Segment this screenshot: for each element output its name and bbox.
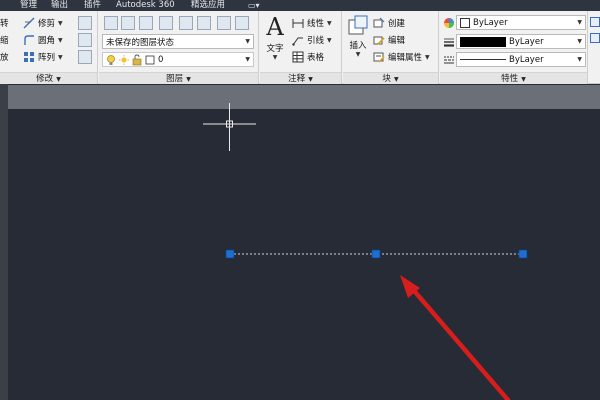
sun-icon xyxy=(119,54,129,66)
menu-bar: 管理 输出 插件 Autodesk 360 精选应用 ▭▾ xyxy=(0,0,600,11)
trim-button[interactable]: 修剪 ▼ xyxy=(23,15,63,31)
insert-button[interactable]: 插入 ▼ xyxy=(345,15,371,63)
left-edge-strip xyxy=(0,84,8,400)
dimension-linear-button[interactable]: 线性 ▼ xyxy=(292,15,332,31)
unlock-icon xyxy=(132,54,142,66)
edit-attributes-icon xyxy=(373,51,385,63)
tab-featured-apps[interactable]: 精选应用 xyxy=(191,0,225,11)
text-button[interactable]: A 文字 ▼ xyxy=(262,14,288,66)
tab-autodesk-360[interactable]: Autodesk 360 xyxy=(116,0,175,11)
modify-left-label: 缩 xyxy=(0,36,9,46)
lightbulb-icon xyxy=(106,54,116,66)
lineweight-swatch xyxy=(460,36,506,47)
chevron-down-icon: ▼ xyxy=(577,56,582,63)
layer-properties-icon[interactable] xyxy=(104,16,118,30)
chevron-down-icon: ▼ xyxy=(577,19,582,26)
group-icon[interactable] xyxy=(590,33,600,43)
table-icon xyxy=(292,51,304,63)
layer-lock-icon[interactable] xyxy=(217,16,231,30)
edit-attributes-button[interactable]: 编辑属性 ▼ xyxy=(373,49,430,65)
layer-match-icon[interactable] xyxy=(121,16,135,30)
panel-block: 插入 ▼ 创建 编辑 编辑属性 ▼ 块 ▼ xyxy=(343,11,439,84)
leader-icon xyxy=(292,34,304,46)
array-button[interactable]: 阵列 ▼ xyxy=(23,49,63,65)
tab-output[interactable]: 输出 xyxy=(51,0,68,11)
layer-off-icon[interactable] xyxy=(197,16,211,30)
annotation-panel-title[interactable]: 注释 ▼ xyxy=(260,72,341,84)
panel-modify: 转 缩 放 修剪 ▼ 圆角 ▼ 阵列 ▼ 修改 ▼ xyxy=(0,11,98,84)
current-layer-dropdown[interactable]: 0 ▼ xyxy=(102,52,254,67)
lineweight-dropdown[interactable]: ByLayer ▼ xyxy=(456,34,586,49)
group-icon[interactable] xyxy=(590,17,600,27)
linetype-dropdown[interactable]: ByLayer ▼ xyxy=(456,52,586,67)
ribbon: 转 缩 放 修剪 ▼ 圆角 ▼ 阵列 ▼ 修改 ▼ 未保存的图层状态 ▼ 0 ▼… xyxy=(0,11,600,84)
tab-manage[interactable]: 管理 xyxy=(20,0,37,11)
panel-layers: 未保存的图层状态 ▼ 0 ▼ 图层 ▼ xyxy=(99,11,259,84)
properties-panel-title[interactable]: 特性 ▼ xyxy=(440,72,587,84)
brush-icon[interactable] xyxy=(78,16,92,30)
create-block-icon xyxy=(373,17,385,29)
layer-previous-icon[interactable] xyxy=(139,16,153,30)
edit-block-icon xyxy=(373,34,385,46)
layers-panel-title[interactable]: 图层 ▼ xyxy=(99,72,258,84)
offset-icon[interactable] xyxy=(78,50,92,64)
color-swatch-icon xyxy=(460,17,470,28)
edit-block-button[interactable]: 编辑 xyxy=(373,32,405,48)
linetype-icon[interactable] xyxy=(443,54,455,66)
chevron-down-icon: ▼ xyxy=(577,38,582,45)
trim-icon xyxy=(23,17,35,29)
leader-button[interactable]: 引线 ▼ xyxy=(292,32,332,48)
insert-block-icon xyxy=(347,15,369,37)
modify-panel-title[interactable]: 修改 ▼ xyxy=(0,72,97,84)
create-block-button[interactable]: 创建 xyxy=(373,15,405,31)
layer-state-dropdown[interactable]: 未保存的图层状态 ▼ xyxy=(102,34,254,49)
panel-groups-partial xyxy=(589,11,600,84)
modify-left-label: 转 xyxy=(0,19,9,29)
block-panel-title[interactable]: 块 ▼ xyxy=(343,72,438,84)
lineweight-icon[interactable] xyxy=(443,36,455,48)
chevron-down-icon: ▼ xyxy=(245,56,250,63)
array-icon xyxy=(23,51,35,63)
tab-plugins[interactable]: 插件 xyxy=(84,0,101,11)
fillet-icon xyxy=(23,34,35,46)
color-dropdown[interactable]: ByLayer ▼ xyxy=(456,15,586,30)
fillet-button[interactable]: 圆角 ▼ xyxy=(23,32,63,48)
video-dropdown-icon[interactable]: ▭▾ xyxy=(248,1,262,10)
match-properties-icon[interactable] xyxy=(443,17,455,29)
linear-dimension-icon xyxy=(292,17,304,29)
canvas-tab-strip xyxy=(0,85,600,109)
modify-left-label: 放 xyxy=(0,53,9,63)
color-swatch-icon xyxy=(145,54,155,66)
panel-annotation: A 文字 ▼ 线性 ▼ 引线 ▼ 表格 注释 ▼ xyxy=(260,11,342,84)
layer-unlock-icon[interactable] xyxy=(235,16,249,30)
copy-icon[interactable] xyxy=(78,33,92,47)
text-icon: A xyxy=(266,13,284,41)
table-button[interactable]: 表格 xyxy=(292,49,324,65)
layer-freeze-icon[interactable] xyxy=(179,16,193,30)
drawing-canvas[interactable] xyxy=(0,109,600,400)
layer-isolate-icon[interactable] xyxy=(159,16,173,30)
linetype-swatch xyxy=(460,59,506,60)
chevron-down-icon: ▼ xyxy=(245,38,250,45)
panel-properties: ByLayer ▼ ByLayer ▼ ByLayer ▼ 特性 ▼ xyxy=(440,11,588,84)
